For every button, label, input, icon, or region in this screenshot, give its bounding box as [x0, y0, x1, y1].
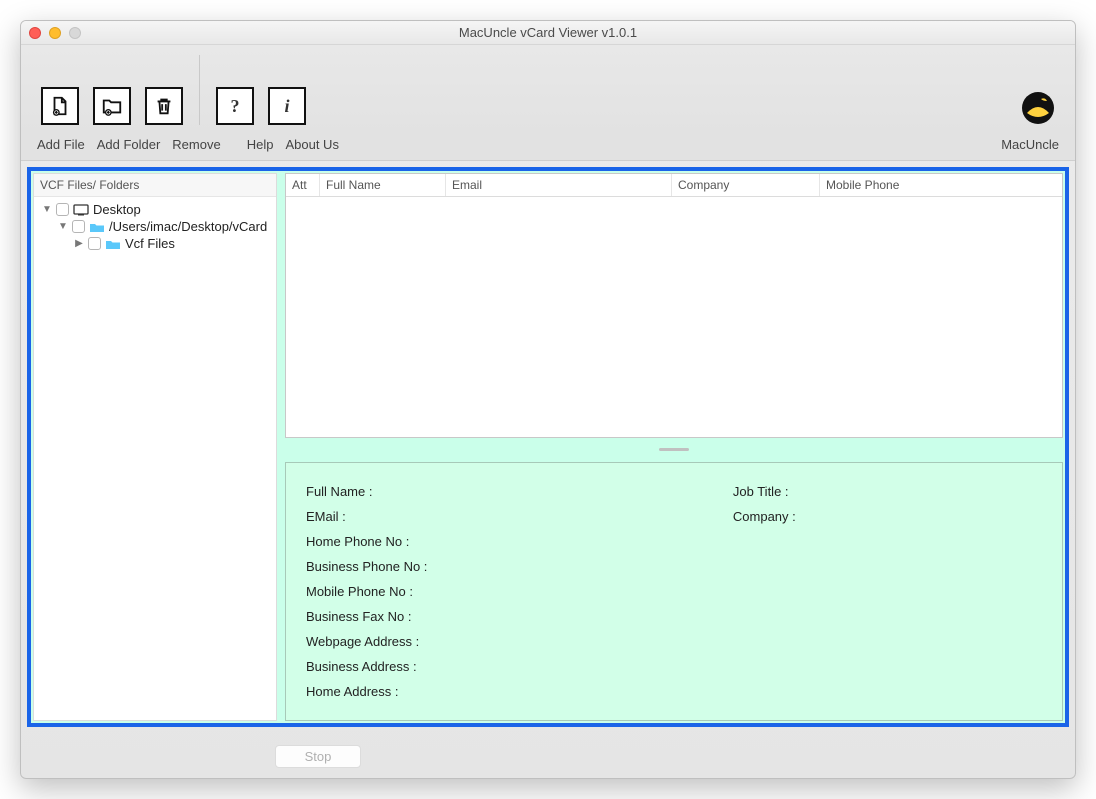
file-add-icon: [49, 95, 71, 117]
file-tree: ▼ Desktop ▼ /Users/imac/Desktop/v: [34, 197, 276, 256]
contacts-table: Att Full Name Email Company Mobile Phone: [285, 173, 1063, 438]
checkbox[interactable]: [72, 220, 85, 233]
col-att[interactable]: Att: [286, 174, 320, 196]
app-window: MacUncle vCard Viewer v1.0.1 ? i: [20, 20, 1076, 779]
detail-company: Company :: [733, 504, 1042, 529]
zoom-icon[interactable]: [69, 27, 81, 39]
tree-label: Desktop: [93, 202, 141, 217]
checkbox[interactable]: [56, 203, 69, 216]
detail-full-name: Full Name :: [306, 479, 733, 504]
folder-add-icon: [101, 95, 123, 117]
window-controls: [29, 27, 81, 39]
trash-icon: [153, 95, 175, 117]
right-pane: Att Full Name Email Company Mobile Phone…: [285, 173, 1063, 721]
detail-business-fax: Business Fax No :: [306, 604, 733, 629]
window-title: MacUncle vCard Viewer v1.0.1: [21, 25, 1075, 40]
menu-about[interactable]: About Us: [279, 135, 344, 154]
desktop-icon: [73, 204, 89, 216]
tree-label: /Users/imac/Desktop/vCard: [109, 219, 267, 234]
menu-add-file[interactable]: Add File: [31, 135, 91, 154]
col-email[interactable]: Email: [446, 174, 672, 196]
macuncle-logo-icon: [1021, 91, 1055, 125]
detail-home-phone: Home Phone No :: [306, 529, 733, 554]
add-file-button[interactable]: [41, 87, 79, 125]
about-button[interactable]: i: [268, 87, 306, 125]
folder-icon: [105, 238, 121, 250]
titlebar: MacUncle vCard Viewer v1.0.1: [21, 21, 1075, 45]
minimize-icon[interactable]: [49, 27, 61, 39]
pane-splitter[interactable]: [285, 446, 1063, 454]
stop-button[interactable]: Stop: [275, 745, 361, 768]
footer: Stop: [21, 737, 1075, 778]
tree-item-desktop[interactable]: ▼ Desktop: [36, 201, 274, 218]
detail-mobile-phone: Mobile Phone No :: [306, 579, 733, 604]
disclosure-right-icon[interactable]: ▶: [74, 238, 84, 249]
content-area: VCF Files/ Folders ▼ Desktop ▼: [21, 161, 1075, 737]
brand-logo: [1021, 91, 1055, 125]
detail-job-title: Job Title :: [733, 479, 1042, 504]
toolbar: ? i: [21, 45, 1075, 135]
contact-details: Full Name : EMail : Home Phone No : Busi…: [285, 462, 1063, 721]
table-body: [286, 197, 1062, 437]
sidebar-header: VCF Files/ Folders: [34, 174, 276, 197]
tree-item-path[interactable]: ▼ /Users/imac/Desktop/vCard: [36, 218, 274, 235]
col-full-name[interactable]: Full Name: [320, 174, 446, 196]
checkbox[interactable]: [88, 237, 101, 250]
help-button[interactable]: ?: [216, 87, 254, 125]
toolbar-separator: [199, 55, 200, 125]
detail-home-address: Home Address :: [306, 679, 733, 704]
col-company[interactable]: Company: [672, 174, 820, 196]
info-icon: i: [284, 96, 289, 117]
detail-business-phone: Business Phone No :: [306, 554, 733, 579]
detail-webpage: Webpage Address :: [306, 629, 733, 654]
brand-label: MacUncle: [995, 135, 1065, 154]
main-frame: VCF Files/ Folders ▼ Desktop ▼: [27, 167, 1069, 727]
help-icon: ?: [231, 96, 240, 117]
folder-icon: [89, 221, 105, 233]
disclosure-down-icon[interactable]: ▼: [58, 221, 68, 232]
remove-button[interactable]: [145, 87, 183, 125]
col-mobile-phone[interactable]: Mobile Phone: [820, 174, 1062, 196]
detail-email: EMail :: [306, 504, 733, 529]
close-icon[interactable]: [29, 27, 41, 39]
sidebar: VCF Files/ Folders ▼ Desktop ▼: [33, 173, 277, 721]
menubar: Add File Add Folder Remove Help About Us…: [21, 135, 1075, 161]
add-folder-button[interactable]: [93, 87, 131, 125]
table-header: Att Full Name Email Company Mobile Phone: [286, 174, 1062, 197]
menu-add-folder[interactable]: Add Folder: [91, 135, 167, 154]
tree-item-vcf[interactable]: ▶ Vcf Files: [36, 235, 274, 252]
tree-label: Vcf Files: [125, 236, 175, 251]
detail-business-address: Business Address :: [306, 654, 733, 679]
menu-remove[interactable]: Remove: [166, 135, 226, 154]
menu-help[interactable]: Help: [241, 135, 280, 154]
disclosure-down-icon[interactable]: ▼: [42, 204, 52, 215]
